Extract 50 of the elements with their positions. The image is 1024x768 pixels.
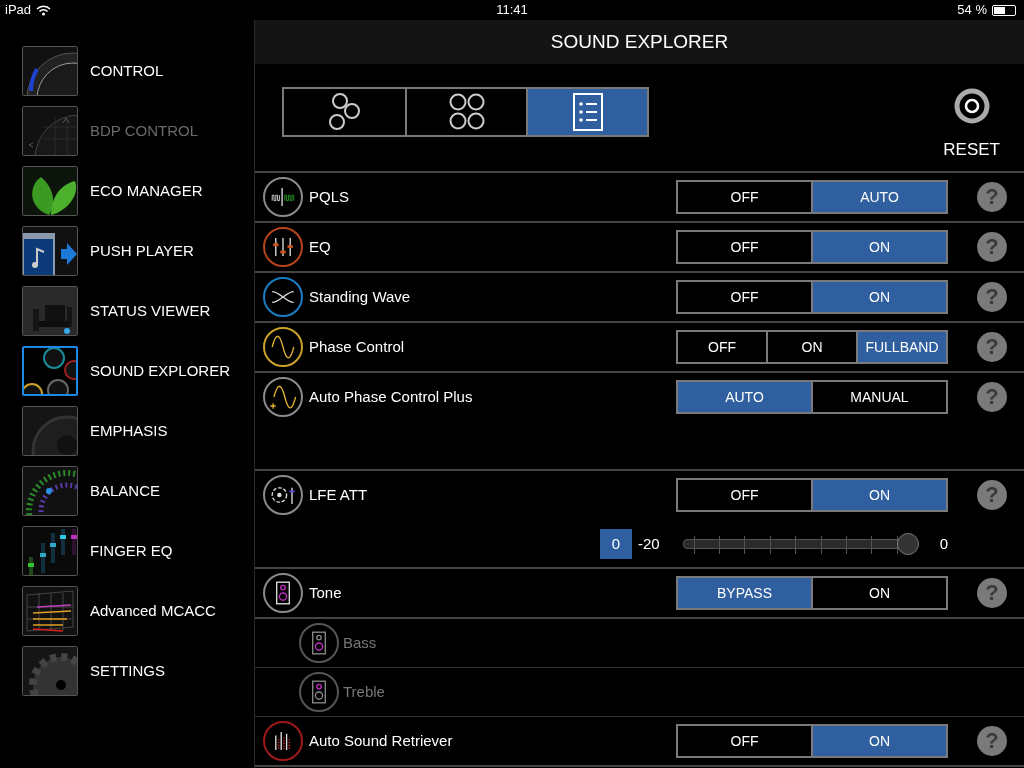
sidebar-item[interactable]: SETTINGS	[22, 646, 254, 696]
value-readout: 0	[599, 529, 632, 559]
setting-label: EQ	[309, 236, 332, 257]
battery-icon	[992, 4, 1016, 16]
carrier-label: iPad	[5, 1, 32, 20]
option-button[interactable]: ON	[811, 480, 946, 510]
option-button[interactable]: ON	[811, 282, 946, 312]
reset-button[interactable]: RESET	[943, 88, 1000, 163]
sidebar-item[interactable]: Advanced MCACC	[22, 586, 254, 636]
setting-label: Bass	[343, 632, 377, 653]
sidebar-item[interactable]: ECO MANAGER	[22, 166, 254, 216]
slider-thumb[interactable]	[896, 533, 919, 555]
option-button[interactable]: ON	[811, 726, 946, 756]
setting-label: Auto Sound Retriever	[309, 730, 454, 751]
option-button[interactable]: FULLBAND	[856, 332, 946, 362]
option-button[interactable]: ON	[811, 232, 946, 262]
option-button[interactable]: AUTO	[678, 382, 811, 412]
gear-icon	[23, 647, 77, 695]
sidebar-item[interactable]: PUSH PLAYER	[22, 226, 254, 276]
setting-label: PQLS	[309, 186, 351, 207]
setting-label: Auto Phase Control Plus	[309, 386, 474, 407]
speaker-icon	[23, 407, 77, 455]
speakers-icon	[23, 287, 77, 335]
room-graph-icon	[23, 587, 77, 635]
knob-icon	[23, 47, 77, 95]
min-label: -20	[637, 533, 660, 554]
dial-icon	[23, 467, 77, 515]
option-button[interactable]: AUTO	[811, 182, 946, 212]
setting-label: LFE ATT	[309, 484, 369, 505]
equalizer-icon	[23, 527, 77, 575]
setting-label: Phase Control	[309, 336, 406, 357]
battery-percent: 54 %	[957, 1, 987, 20]
max-label: 0	[939, 533, 948, 554]
sidebar-item[interactable]: SOUND EXPLORER	[22, 346, 254, 396]
radar-icon	[23, 107, 77, 155]
reset-icon	[953, 88, 990, 124]
clock-time: 11:41	[495, 1, 529, 20]
wifi-icon	[36, 4, 52, 16]
setting-label: Tone	[309, 582, 343, 603]
setting-label: Treble	[343, 681, 385, 702]
screen-title: SOUND EXPLORER	[550, 29, 729, 54]
list-icon	[571, 92, 604, 132]
view-tab[interactable]	[526, 89, 647, 135]
sidebar-item[interactable]: STATUS VIEWER	[22, 286, 254, 336]
bubbles-icon	[24, 348, 76, 394]
music-arrow-icon	[23, 227, 77, 275]
setting-label: Standing Wave	[309, 286, 412, 307]
leaf-icon	[23, 167, 77, 215]
option-button[interactable]: BYPASS	[678, 578, 811, 608]
sidebar-item[interactable]: FINGER EQ	[22, 526, 254, 576]
